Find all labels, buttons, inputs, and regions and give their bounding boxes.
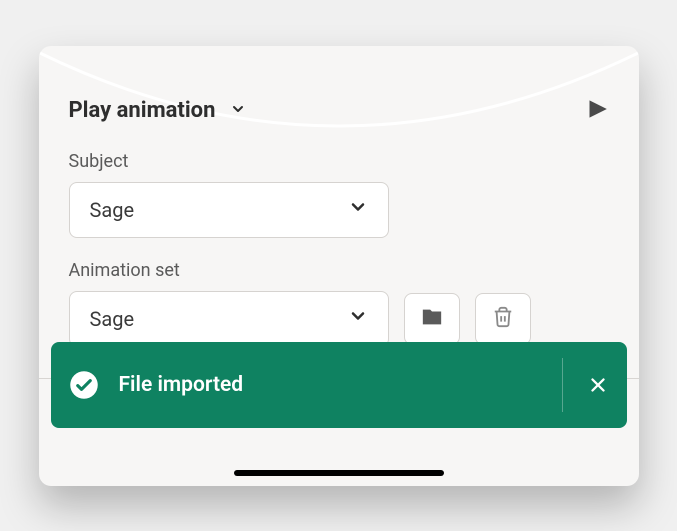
chevron-down-icon — [348, 197, 368, 222]
play-icon — [583, 107, 609, 126]
folder-icon — [420, 306, 444, 332]
toast-divider — [562, 358, 563, 412]
animation-panel: Play animation Subject Sage — [39, 46, 639, 486]
chevron-down-icon — [348, 306, 368, 331]
check-circle-icon — [69, 370, 99, 400]
subject-select[interactable]: Sage — [69, 182, 389, 238]
animation-set-label: Animation set — [69, 260, 609, 281]
delete-button[interactable] — [475, 293, 531, 345]
toast-close-button[interactable] — [587, 374, 609, 396]
panel-title-toggle[interactable]: Play animation — [69, 98, 247, 123]
close-icon — [587, 381, 609, 400]
chevron-down-icon — [230, 101, 246, 121]
animation-set-select[interactable]: Sage — [69, 291, 389, 347]
panel-title: Play animation — [69, 98, 216, 123]
trash-icon — [491, 306, 515, 332]
play-button[interactable] — [583, 96, 609, 126]
animation-set-value: Sage — [90, 307, 135, 331]
toast-message: File imported — [119, 373, 538, 397]
subject-value: Sage — [90, 198, 135, 222]
open-folder-button[interactable] — [404, 293, 460, 345]
subject-label: Subject — [69, 151, 609, 172]
toast-notification: File imported — [51, 342, 627, 428]
home-indicator[interactable] — [234, 470, 444, 476]
